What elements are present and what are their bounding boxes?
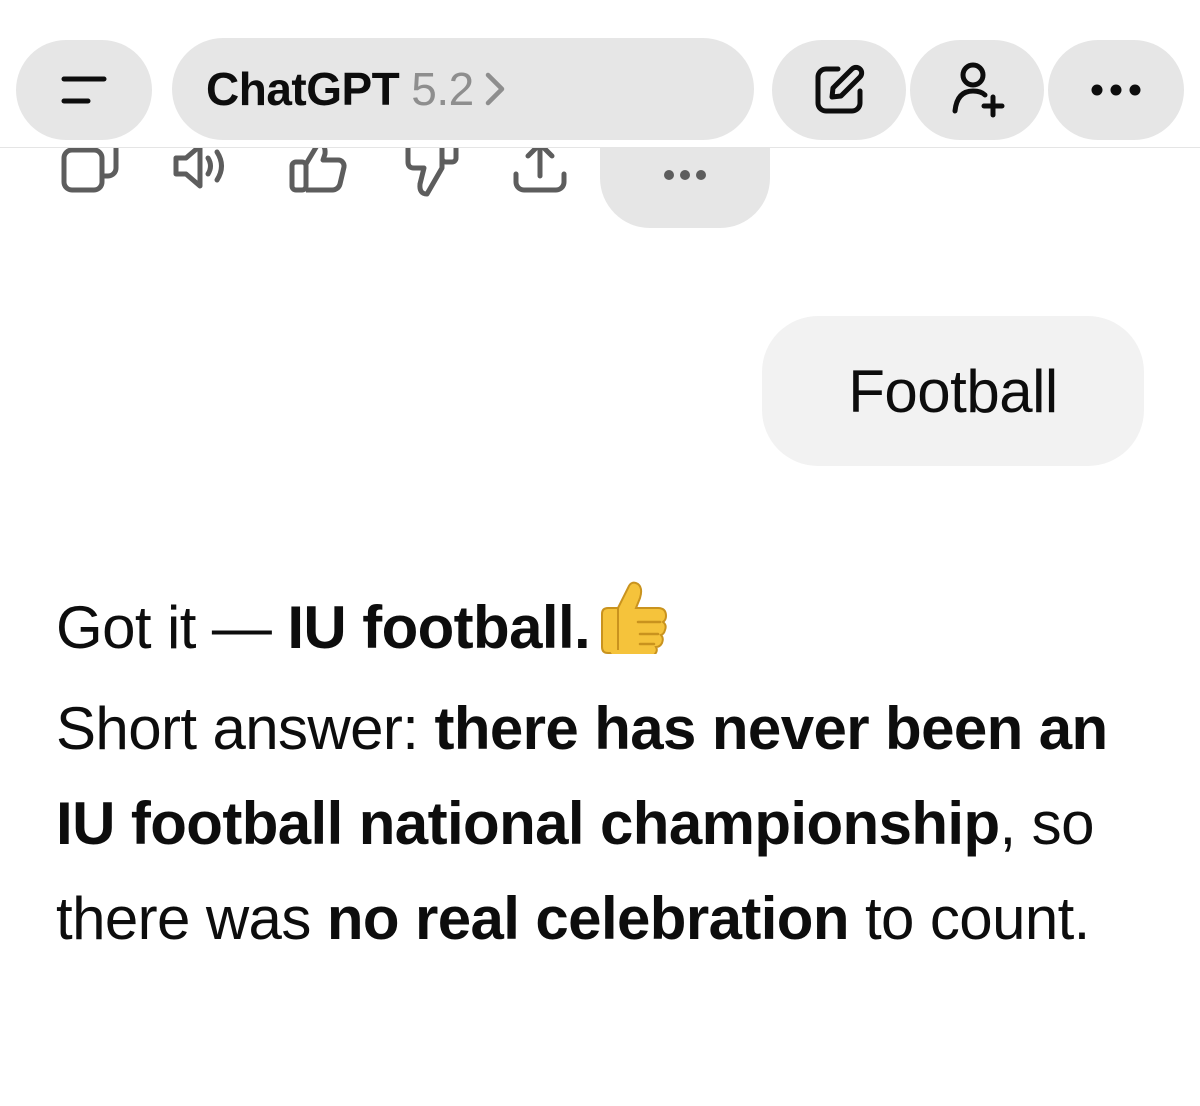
model-name: ChatGPT [206,63,400,115]
thumbs-down-icon[interactable] [398,140,462,200]
assistant-message: Got it — IU football. Short answer: ther… [56,580,1166,966]
user-message-text: Football [848,357,1058,425]
header-divider [0,147,1200,148]
ellipsis-icon [664,170,706,180]
top-bar: ChatGPT 5.2 [0,0,1200,148]
new-chat-button[interactable] [772,40,906,140]
assistant-text: to count. [848,885,1090,952]
model-version: 5.2 [411,63,474,115]
assistant-text: Short answer: [56,695,435,762]
sidebar-menu-button[interactable] [16,40,152,140]
assistant-bold-text: no real celebration [326,885,850,952]
thumbs-up-icon[interactable] [286,140,350,200]
menu-icon [61,76,107,104]
edit-icon [815,64,865,114]
user-message-bubble: Football [762,316,1144,466]
copy-icon[interactable] [58,140,122,200]
assistant-text: Got it — [56,594,288,661]
chevron-right-icon [484,71,506,107]
more-options-button[interactable] [1048,40,1184,140]
model-selector-button[interactable]: ChatGPT 5.2 [172,38,754,140]
thumbs-up-emoji [596,580,668,681]
ellipsis-icon [1091,84,1141,96]
assistant-bold-text: IU football. [287,594,591,661]
add-people-button[interactable] [910,40,1044,140]
share-icon[interactable] [508,140,572,200]
speaker-icon[interactable] [170,140,234,200]
add-person-icon [952,62,1005,118]
